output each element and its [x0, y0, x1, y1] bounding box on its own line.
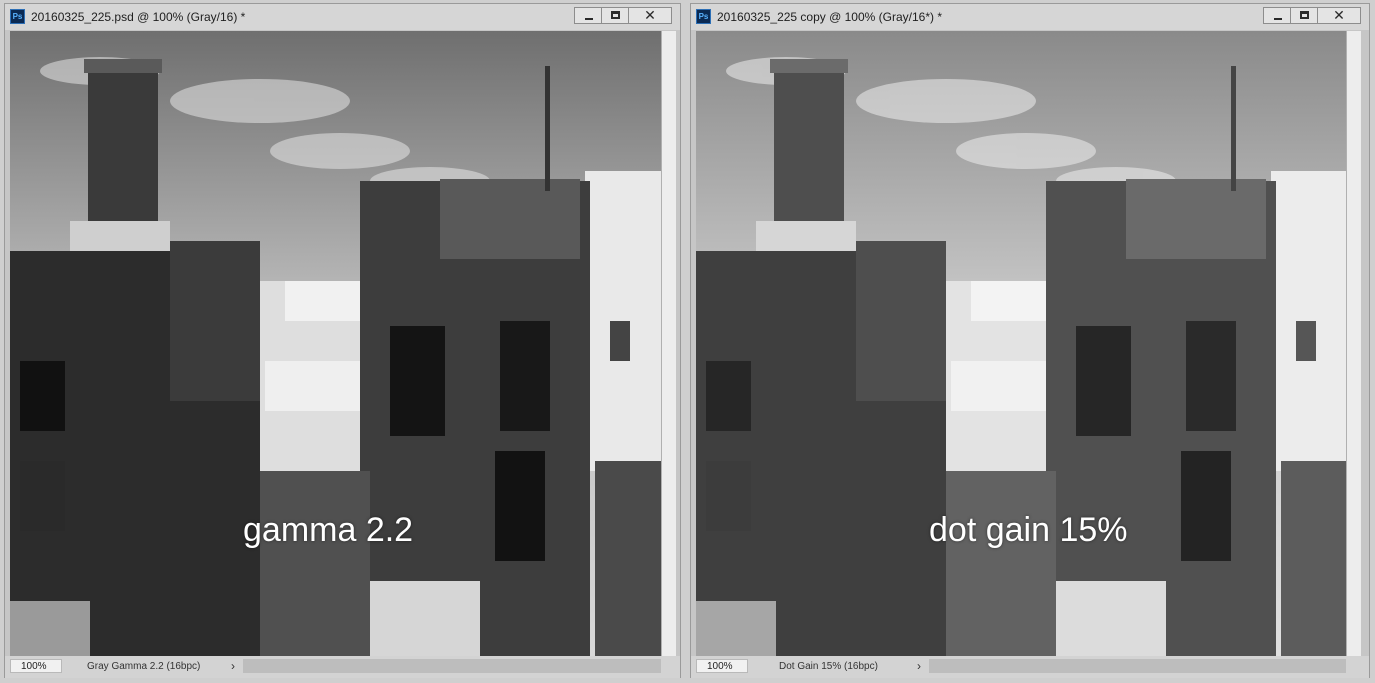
zoom-field[interactable]: 100%	[10, 659, 62, 673]
document-window-left[interactable]: Ps 20160325_225.psd @ 100% (Gray/16) * ✕	[4, 3, 681, 678]
gamma-label: gamma 2.2	[243, 511, 414, 549]
document-title: 20160325_225 copy @ 100% (Gray/16*) *	[717, 10, 942, 24]
status-bar: 100% Dot Gain 15% (16bpc) ›	[691, 656, 1369, 678]
close-icon: ✕	[1333, 7, 1345, 23]
status-menu-chevron-icon[interactable]: ›	[231, 659, 235, 673]
minimize-icon	[1274, 18, 1282, 20]
photo-image	[10, 31, 661, 656]
status-menu-chevron-icon[interactable]: ›	[917, 659, 921, 673]
zoom-field[interactable]: 100%	[696, 659, 748, 673]
close-button[interactable]: ✕	[1317, 7, 1361, 24]
document-window-right[interactable]: Ps 20160325_225 copy @ 100% (Gray/16*) *…	[690, 3, 1370, 678]
photo-image	[696, 31, 1346, 656]
status-bar: 100% Gray Gamma 2.2 (16bpc) ›	[5, 656, 680, 678]
close-button[interactable]: ✕	[628, 7, 672, 24]
title-bar[interactable]: Ps 20160325_225 copy @ 100% (Gray/16*) *…	[691, 4, 1369, 30]
image-canvas[interactable]: dot gain 15%	[696, 31, 1346, 656]
close-icon: ✕	[644, 7, 656, 23]
horizontal-scrollbar[interactable]	[929, 659, 1346, 673]
maximize-button[interactable]	[1290, 7, 1318, 24]
photoshop-icon: Ps	[696, 9, 711, 24]
horizontal-scrollbar[interactable]	[243, 659, 661, 673]
minimize-button[interactable]	[574, 7, 602, 24]
document-title: 20160325_225.psd @ 100% (Gray/16) *	[31, 10, 246, 24]
window-controls: ✕	[1263, 7, 1361, 26]
title-bar[interactable]: Ps 20160325_225.psd @ 100% (Gray/16) * ✕	[5, 4, 680, 30]
image-canvas[interactable]: gamma 2.2	[10, 31, 661, 656]
maximize-button[interactable]	[601, 7, 629, 24]
vertical-scrollbar[interactable]	[1346, 31, 1361, 656]
maximize-icon	[1300, 11, 1309, 19]
minimize-button[interactable]	[1263, 7, 1291, 24]
color-profile-label: Gray Gamma 2.2 (16bpc)	[87, 661, 201, 672]
color-profile-label: Dot Gain 15% (16bpc)	[779, 661, 878, 672]
photoshop-icon: Ps	[10, 9, 25, 24]
window-controls: ✕	[574, 7, 672, 26]
maximize-icon	[611, 11, 620, 19]
dot-gain-label: dot gain 15%	[929, 511, 1128, 549]
vertical-scrollbar[interactable]	[661, 31, 676, 656]
minimize-icon	[585, 18, 593, 20]
